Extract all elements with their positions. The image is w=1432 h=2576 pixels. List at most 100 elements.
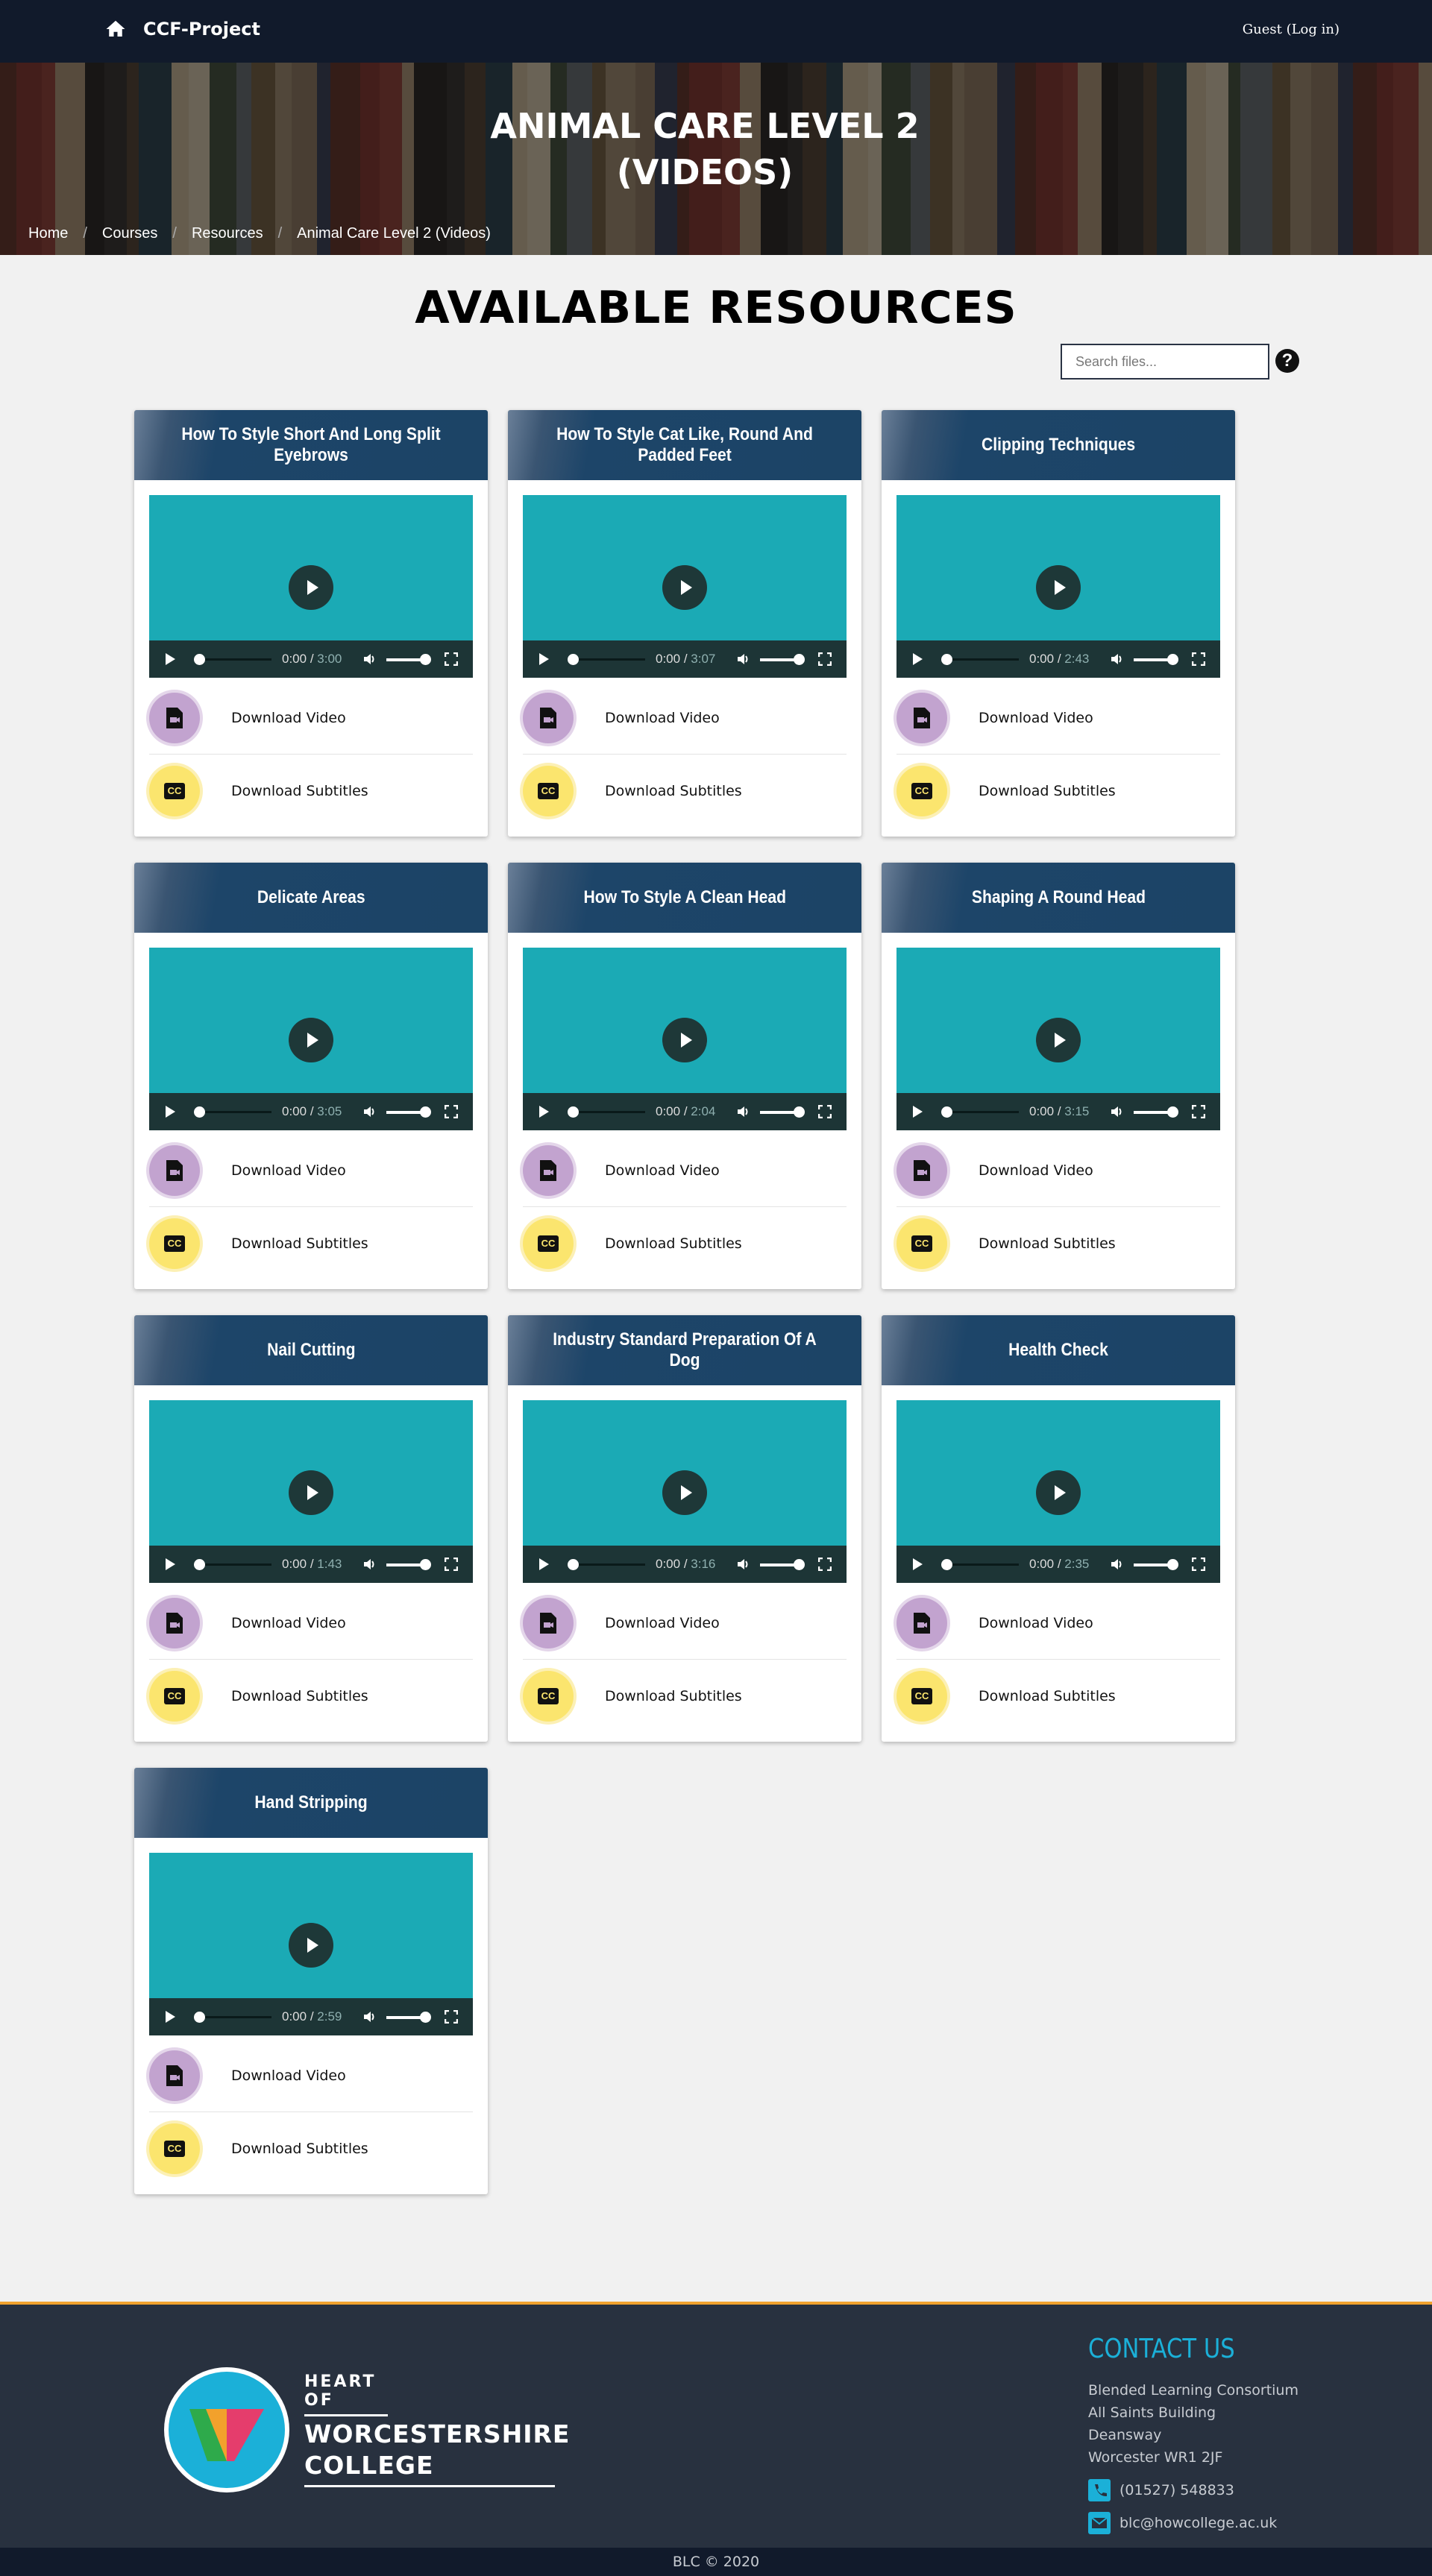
play-overlay-button[interactable] [289, 565, 333, 610]
download-subtitles-link[interactable]: CC Download Subtitles [896, 755, 1220, 827]
fullscreen-icon[interactable] [1192, 652, 1205, 666]
fullscreen-icon[interactable] [1192, 1105, 1205, 1118]
play-overlay-button[interactable] [662, 1018, 707, 1062]
fullscreen-icon[interactable] [1192, 1558, 1205, 1571]
download-subtitles-link[interactable]: CC Download Subtitles [896, 1207, 1220, 1279]
download-subtitles-link[interactable]: CC Download Subtitles [523, 755, 847, 827]
volume-slider[interactable] [1134, 1559, 1178, 1570]
play-icon[interactable] [913, 1106, 923, 1118]
play-overlay-button[interactable] [289, 1018, 333, 1062]
volume-slider[interactable] [1134, 1106, 1178, 1118]
volume-slider[interactable] [760, 654, 805, 665]
play-overlay-button[interactable] [289, 1923, 333, 1968]
download-video-link[interactable]: Download Video [523, 1587, 847, 1660]
video-player[interactable]: 0:00 / 2:59 [149, 1853, 473, 2035]
phone-row[interactable]: (01527) 548833 [1088, 2479, 1298, 2501]
play-icon[interactable] [913, 1558, 923, 1570]
volume-icon[interactable] [362, 1105, 376, 1118]
breadcrumb-home[interactable]: Home [28, 225, 68, 242]
play-icon[interactable] [539, 1106, 549, 1118]
fullscreen-icon[interactable] [818, 1558, 832, 1571]
play-overlay-button[interactable] [1036, 1018, 1081, 1062]
volume-icon[interactable] [1110, 652, 1123, 666]
video-player[interactable]: 0:00 / 3:15 [896, 948, 1220, 1130]
seek-bar[interactable] [194, 2012, 271, 2023]
volume-slider[interactable] [760, 1106, 805, 1118]
volume-icon[interactable] [362, 2010, 376, 2024]
video-player[interactable]: 0:00 / 3:00 [149, 495, 473, 678]
download-subtitles-link[interactable]: CC Download Subtitles [149, 2112, 473, 2185]
play-overlay-button[interactable] [1036, 1470, 1081, 1515]
download-video-link[interactable]: Download Video [149, 1135, 473, 1207]
seek-bar[interactable] [568, 1106, 645, 1118]
video-player[interactable]: 0:00 / 2:04 [523, 948, 847, 1130]
download-video-link[interactable]: Download Video [896, 682, 1220, 755]
volume-slider[interactable] [386, 654, 431, 665]
volume-slider[interactable] [386, 1106, 431, 1118]
download-subtitles-link[interactable]: CC Download Subtitles [896, 1660, 1220, 1732]
brand-link[interactable]: CCF-Project [104, 18, 260, 40]
play-icon[interactable] [166, 1558, 175, 1570]
play-icon[interactable] [166, 2011, 175, 2023]
download-subtitles-link[interactable]: CC Download Subtitles [149, 1660, 473, 1732]
seek-bar[interactable] [194, 1106, 271, 1118]
video-player[interactable]: 0:00 / 3:16 [523, 1400, 847, 1583]
play-icon[interactable] [539, 1558, 549, 1570]
seek-bar[interactable] [941, 654, 1019, 665]
play-icon[interactable] [913, 653, 923, 665]
download-video-link[interactable]: Download Video [523, 1135, 847, 1207]
fullscreen-icon[interactable] [445, 652, 458, 666]
play-overlay-button[interactable] [1036, 565, 1081, 610]
volume-icon[interactable] [736, 652, 750, 666]
play-icon[interactable] [166, 1106, 175, 1118]
download-video-link[interactable]: Download Video [149, 682, 473, 755]
play-icon[interactable] [539, 653, 549, 665]
college-logo[interactable]: HEART OF WORCESTERSHIRE COLLEGE [163, 2366, 570, 2494]
help-icon[interactable]: ? [1275, 349, 1299, 373]
video-player[interactable]: 0:00 / 3:07 [523, 495, 847, 678]
search-input[interactable] [1061, 344, 1269, 380]
play-overlay-button[interactable] [662, 1470, 707, 1515]
fullscreen-icon[interactable] [818, 652, 832, 666]
download-subtitles-link[interactable]: CC Download Subtitles [149, 1207, 473, 1279]
volume-icon[interactable] [736, 1105, 750, 1118]
seek-bar[interactable] [194, 654, 271, 665]
download-subtitles-link[interactable]: CC Download Subtitles [149, 755, 473, 827]
download-video-link[interactable]: Download Video [149, 2040, 473, 2112]
download-video-link[interactable]: Download Video [896, 1587, 1220, 1660]
seek-bar[interactable] [194, 1559, 271, 1570]
login-link[interactable]: Guest (Log in) [1243, 22, 1340, 37]
download-subtitles-link[interactable]: CC Download Subtitles [523, 1207, 847, 1279]
volume-slider[interactable] [386, 2012, 431, 2023]
seek-bar[interactable] [941, 1106, 1019, 1118]
download-video-link[interactable]: Download Video [523, 682, 847, 755]
download-video-link[interactable]: Download Video [896, 1135, 1220, 1207]
breadcrumb-courses[interactable]: Courses [102, 225, 157, 242]
volume-slider[interactable] [386, 1559, 431, 1570]
seek-bar[interactable] [941, 1559, 1019, 1570]
volume-icon[interactable] [736, 1558, 750, 1571]
volume-icon[interactable] [1110, 1105, 1123, 1118]
fullscreen-icon[interactable] [445, 1105, 458, 1118]
fullscreen-icon[interactable] [818, 1105, 832, 1118]
play-overlay-button[interactable] [289, 1470, 333, 1515]
fullscreen-icon[interactable] [445, 1558, 458, 1571]
volume-icon[interactable] [362, 652, 376, 666]
play-icon[interactable] [166, 653, 175, 665]
seek-bar[interactable] [568, 654, 645, 665]
seek-bar[interactable] [568, 1559, 645, 1570]
video-player[interactable]: 0:00 / 1:43 [149, 1400, 473, 1583]
play-overlay-button[interactable] [662, 565, 707, 610]
breadcrumb-resources[interactable]: Resources [192, 225, 263, 242]
fullscreen-icon[interactable] [445, 2010, 458, 2024]
download-subtitles-link[interactable]: CC Download Subtitles [523, 1660, 847, 1732]
volume-slider[interactable] [760, 1559, 805, 1570]
volume-icon[interactable] [362, 1558, 376, 1571]
video-player[interactable]: 0:00 / 2:43 [896, 495, 1220, 678]
video-player[interactable]: 0:00 / 2:35 [896, 1400, 1220, 1583]
email-row[interactable]: blc@howcollege.ac.uk [1088, 2512, 1298, 2534]
volume-icon[interactable] [1110, 1558, 1123, 1571]
download-video-link[interactable]: Download Video [149, 1587, 473, 1660]
video-player[interactable]: 0:00 / 3:05 [149, 948, 473, 1130]
volume-slider[interactable] [1134, 654, 1178, 665]
